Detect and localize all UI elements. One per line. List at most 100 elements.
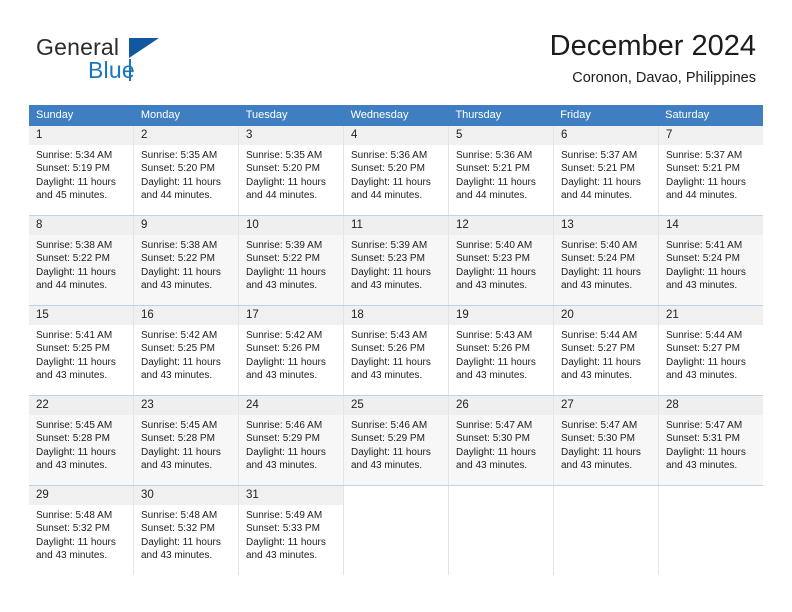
calendar-day-cell[interactable]: 23 Sunrise: 5:45 AM Sunset: 5:28 PM Dayligh… <box>133 396 238 485</box>
sunrise-text: Sunrise: 5:35 AM <box>141 150 218 161</box>
calendar-day-cell[interactable]: 15 Sunrise: 5:41 AM Sunset: 5:25 PM Dayligh… <box>29 306 133 395</box>
sunrise-text: Sunrise: 5:43 AM <box>351 330 428 341</box>
day-details: Sunrise: 5:46 AM Sunset: 5:29 PM Daylight:… <box>344 415 448 473</box>
daylight-text-line1: Daylight: 11 hours <box>666 356 746 368</box>
daylight-text-line1: Daylight: 11 hours <box>36 446 116 458</box>
calendar-day-cell[interactable]: 7 Sunrise: 5:37 AM Sunset: 5:21 PM Daylight… <box>658 126 763 215</box>
day-details: Sunrise: 5:44 AM Sunset: 5:27 PM Daylight:… <box>554 325 658 383</box>
calendar-day-cell[interactable]: 9 Sunrise: 5:38 AM Sunset: 5:22 PM Daylight… <box>133 216 238 305</box>
calendar-day-cell[interactable]: 30 Sunrise: 5:48 AM Sunset: 5:32 PM Dayligh… <box>133 486 238 575</box>
sunset-text: Sunset: 5:29 PM <box>351 433 425 445</box>
daylight-text-line2: and 44 minutes. <box>36 280 108 292</box>
calendar-day-cell[interactable]: 11 Sunrise: 5:39 AM Sunset: 5:23 PM Dayligh… <box>343 216 448 305</box>
daylight-text-line2: and 43 minutes. <box>246 280 318 292</box>
daylight-text-line1: Daylight: 11 hours <box>141 356 221 368</box>
calendar-day-cell[interactable]: 22 Sunrise: 5:45 AM Sunset: 5:28 PM Dayligh… <box>29 396 133 485</box>
calendar-day-cell[interactable]: 17 Sunrise: 5:42 AM Sunset: 5:26 PM Dayligh… <box>238 306 343 395</box>
logo-text-blue: Blue <box>88 57 135 83</box>
daylight-text-line2: and 43 minutes. <box>561 460 633 472</box>
day-number: 19 <box>449 306 553 325</box>
calendar-day-cell[interactable]: 20 Sunrise: 5:44 AM Sunset: 5:27 PM Dayligh… <box>553 306 658 395</box>
daylight-text-line2: and 43 minutes. <box>246 550 318 562</box>
calendar-day-cell[interactable]: 5 Sunrise: 5:36 AM Sunset: 5:21 PM Daylight… <box>448 126 553 215</box>
sunrise-text: Sunrise: 5:41 AM <box>666 240 743 251</box>
daylight-text-line2: and 43 minutes. <box>561 280 633 292</box>
daylight-text-line1: Daylight: 11 hours <box>456 176 536 188</box>
daylight-text-line2: and 43 minutes. <box>141 280 213 292</box>
day-number: 28 <box>659 396 763 415</box>
daylight-text-line2: and 43 minutes. <box>246 460 318 472</box>
logo-text-general: General <box>36 34 120 60</box>
calendar-day-cell[interactable]: 12 Sunrise: 5:40 AM Sunset: 5:23 PM Dayligh… <box>448 216 553 305</box>
daylight-text-line2: and 44 minutes. <box>351 190 423 202</box>
weekday-header-row: Sunday Monday Tuesday Wednesday Thursday Frid… <box>29 105 763 126</box>
day-details: Sunrise: 5:39 AM Sunset: 5:22 PM Daylight:… <box>239 235 343 293</box>
calendar-day-cell[interactable]: 27 Sunrise: 5:47 AM Sunset: 5:30 PM Dayligh… <box>553 396 658 485</box>
calendar-day-cell[interactable]: 25 Sunrise: 5:46 AM Sunset: 5:29 PM Dayligh… <box>343 396 448 485</box>
daylight-text-line2: and 43 minutes. <box>666 280 738 292</box>
sunrise-text: Sunrise: 5:44 AM <box>561 330 638 341</box>
sunrise-text: Sunrise: 5:45 AM <box>141 420 218 431</box>
day-number: 26 <box>449 396 553 415</box>
calendar-day-cell[interactable]: 10 Sunrise: 5:39 AM Sunset: 5:22 PM Dayligh… <box>238 216 343 305</box>
sunset-text: Sunset: 5:21 PM <box>666 163 740 175</box>
sunset-text: Sunset: 5:31 PM <box>666 433 740 445</box>
daylight-text-line2: and 43 minutes. <box>351 370 423 382</box>
daylight-text-line2: and 43 minutes. <box>666 370 738 382</box>
calendar-day-cell[interactable]: 18 Sunrise: 5:43 AM Sunset: 5:26 PM Dayligh… <box>343 306 448 395</box>
day-details: Sunrise: 5:42 AM Sunset: 5:26 PM Daylight:… <box>239 325 343 383</box>
daylight-text-line1: Daylight: 11 hours <box>561 356 641 368</box>
daylight-text-line1: Daylight: 11 hours <box>666 176 746 188</box>
sunrise-text: Sunrise: 5:47 AM <box>456 420 533 431</box>
calendar-day-cell[interactable]: 21 Sunrise: 5:44 AM Sunset: 5:27 PM Dayligh… <box>658 306 763 395</box>
calendar-day-cell[interactable]: 16 Sunrise: 5:42 AM Sunset: 5:25 PM Dayligh… <box>133 306 238 395</box>
calendar-day-cell[interactable]: 28 Sunrise: 5:47 AM Sunset: 5:31 PM Dayligh… <box>658 396 763 485</box>
sunrise-text: Sunrise: 5:48 AM <box>141 510 218 521</box>
sunrise-text: Sunrise: 5:35 AM <box>246 150 323 161</box>
calendar-day-cell[interactable]: 2 Sunrise: 5:35 AM Sunset: 5:20 PM Daylight… <box>133 126 238 215</box>
daylight-text-line2: and 43 minutes. <box>456 370 528 382</box>
sunset-text: Sunset: 5:23 PM <box>351 253 425 265</box>
daylight-text-line1: Daylight: 11 hours <box>456 266 536 278</box>
sunset-text: Sunset: 5:20 PM <box>351 163 425 175</box>
sunrise-text: Sunrise: 5:48 AM <box>36 510 113 521</box>
calendar-day-cell[interactable]: 19 Sunrise: 5:43 AM Sunset: 5:26 PM Dayligh… <box>448 306 553 395</box>
calendar-day-cell[interactable]: 8 Sunrise: 5:38 AM Sunset: 5:22 PM Daylight… <box>29 216 133 305</box>
calendar-day-cell[interactable]: 24 Sunrise: 5:46 AM Sunset: 5:29 PM Dayligh… <box>238 396 343 485</box>
weekday-header-tuesday: Tuesday <box>245 109 288 121</box>
calendar-day-cell-empty <box>553 486 658 575</box>
sunrise-text: Sunrise: 5:45 AM <box>36 420 113 431</box>
day-number: 25 <box>344 396 448 415</box>
calendar-day-cell[interactable]: 1 Sunrise: 5:34 AM Sunset: 5:19 PM Daylight… <box>29 126 133 215</box>
calendar-day-cell[interactable]: 14 Sunrise: 5:41 AM Sunset: 5:24 PM Dayligh… <box>658 216 763 305</box>
calendar-week-row: 8 Sunrise: 5:38 AM Sunset: 5:22 PM Daylight… <box>29 215 763 305</box>
daylight-text-line1: Daylight: 11 hours <box>246 356 326 368</box>
sunrise-text: Sunrise: 5:40 AM <box>561 240 638 251</box>
day-details: Sunrise: 5:45 AM Sunset: 5:28 PM Daylight:… <box>29 415 133 473</box>
day-details: Sunrise: 5:44 AM Sunset: 5:27 PM Daylight:… <box>659 325 763 383</box>
daylight-text-line1: Daylight: 11 hours <box>141 446 221 458</box>
day-number: 17 <box>239 306 343 325</box>
daylight-text-line1: Daylight: 11 hours <box>246 266 326 278</box>
calendar-day-cell[interactable]: 31 Sunrise: 5:49 AM Sunset: 5:33 PM Dayligh… <box>238 486 343 575</box>
calendar-day-cell[interactable]: 3 Sunrise: 5:35 AM Sunset: 5:20 PM Daylight… <box>238 126 343 215</box>
calendar-day-cell[interactable]: 29 Sunrise: 5:48 AM Sunset: 5:32 PM Dayligh… <box>29 486 133 575</box>
sunset-text: Sunset: 5:25 PM <box>36 343 110 355</box>
day-details: Sunrise: 5:49 AM Sunset: 5:33 PM Daylight:… <box>239 505 343 563</box>
daylight-text-line2: and 43 minutes. <box>36 550 108 562</box>
daylight-text-line1: Daylight: 11 hours <box>246 446 326 458</box>
daylight-text-line1: Daylight: 11 hours <box>561 266 641 278</box>
calendar-day-cell[interactable]: 26 Sunrise: 5:47 AM Sunset: 5:30 PM Dayligh… <box>448 396 553 485</box>
daylight-text-line2: and 43 minutes. <box>141 370 213 382</box>
weekday-header-saturday: Saturday <box>665 109 710 121</box>
day-number: 11 <box>344 216 448 235</box>
day-details: Sunrise: 5:38 AM Sunset: 5:22 PM Daylight:… <box>29 235 133 293</box>
calendar-day-cell[interactable]: 4 Sunrise: 5:36 AM Sunset: 5:20 PM Daylight… <box>343 126 448 215</box>
calendar-day-cell[interactable]: 6 Sunrise: 5:37 AM Sunset: 5:21 PM Daylight… <box>553 126 658 215</box>
daylight-text-line2: and 44 minutes. <box>561 190 633 202</box>
day-number: 4 <box>344 126 448 145</box>
daylight-text-line2: and 45 minutes. <box>36 190 108 202</box>
calendar-day-cell[interactable]: 13 Sunrise: 5:40 AM Sunset: 5:24 PM Dayligh… <box>553 216 658 305</box>
daylight-text-line2: and 43 minutes. <box>141 550 213 562</box>
day-number: 3 <box>239 126 343 145</box>
